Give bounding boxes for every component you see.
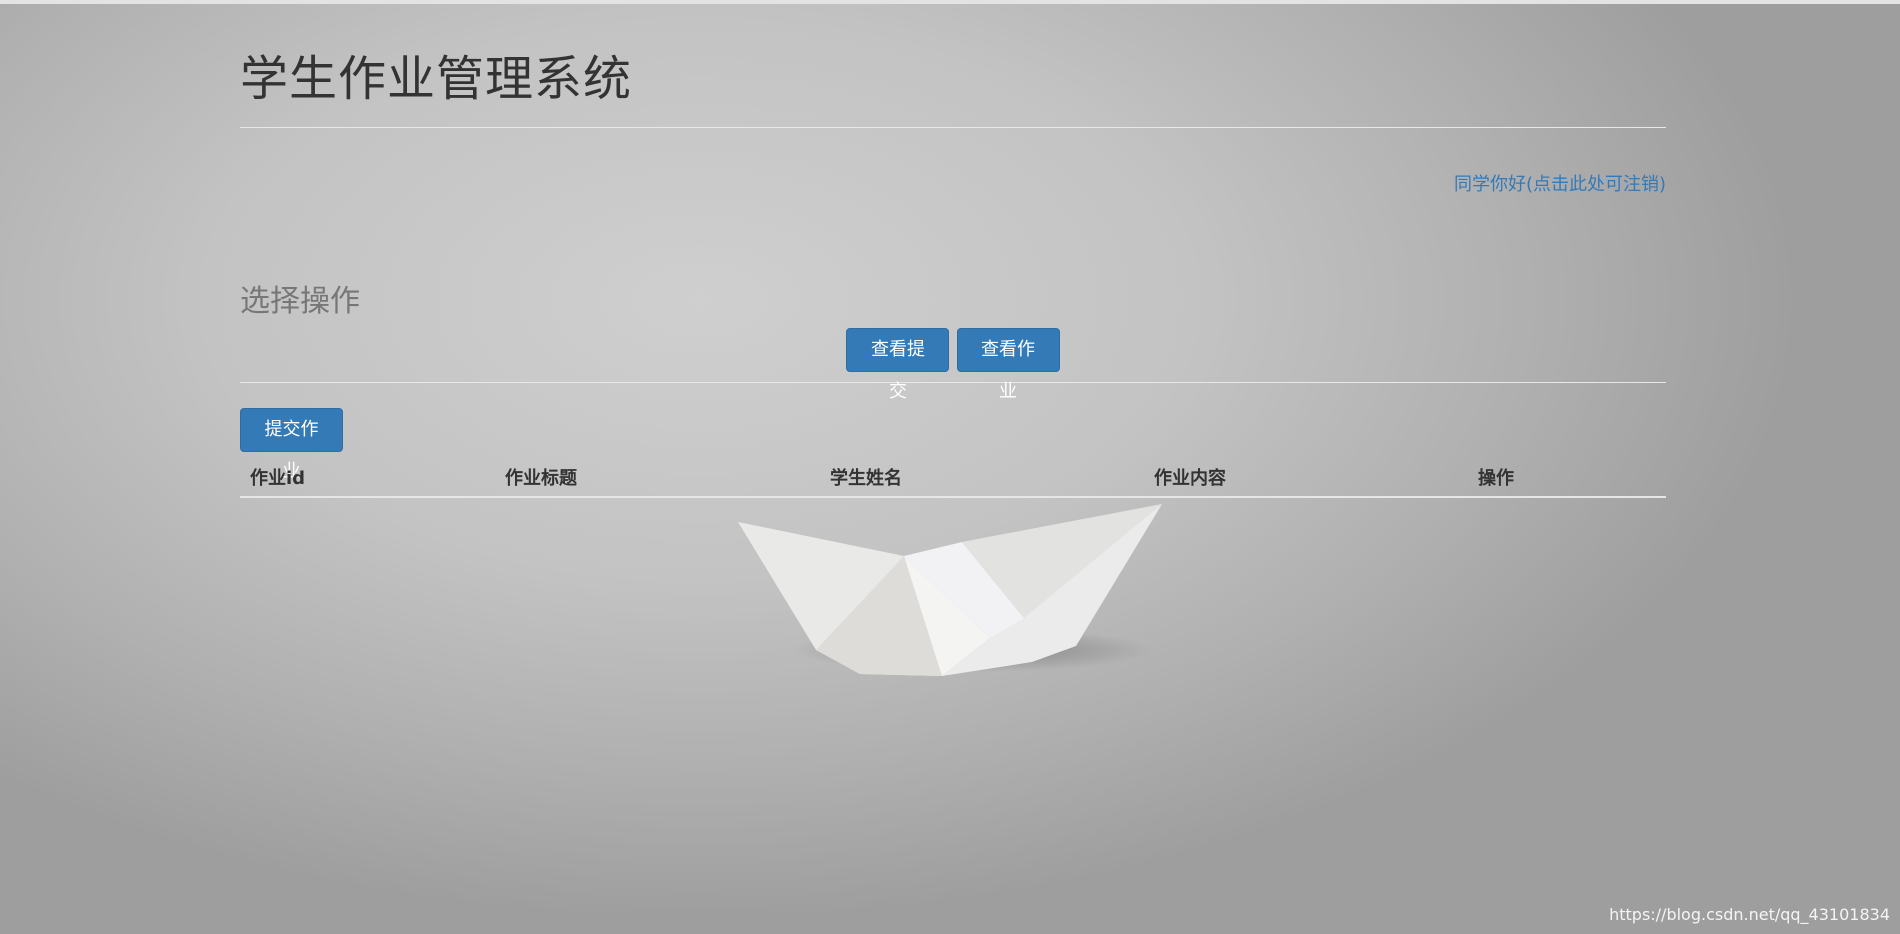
column-header-homework-content: 作业内容 [1144,458,1468,498]
operations-bar: 查看提交 查看作业 [240,328,1666,402]
view-submissions-button[interactable]: 查看提交 [846,328,950,402]
view-homework-button[interactable]: 查看作业 [956,328,1060,402]
user-greeting-row: 同学你好(点击此处可注销) [240,170,1666,224]
page-header: 学生作业管理系统 [240,0,1666,128]
submit-homework-button[interactable]: 提交作业 [240,408,343,482]
column-header-homework-id: 作业id [240,458,495,498]
homework-table: 作业id 作业标题 学生姓名 作业内容 操作 [240,458,1666,498]
column-header-actions: 操作 [1468,458,1666,498]
main-container: 学生作业管理系统 同学你好(点击此处可注销) 选择操作 查看提交 查看作业 提交… [240,0,1666,498]
page-title: 学生作业管理系统 [240,51,633,107]
column-header-homework-title: 作业标题 [495,458,820,498]
operations-title: 选择操作 [240,284,360,319]
logout-link[interactable]: 同学你好(点击此处可注销) [1454,174,1666,195]
watermark-text: https://blog.csdn.net/qq_43101834 [1609,905,1890,924]
table-header-row: 作业id 作业标题 学生姓名 作业内容 操作 [240,458,1666,498]
column-header-student-name: 学生姓名 [820,458,1144,498]
paper-boat-image [738,504,1162,676]
